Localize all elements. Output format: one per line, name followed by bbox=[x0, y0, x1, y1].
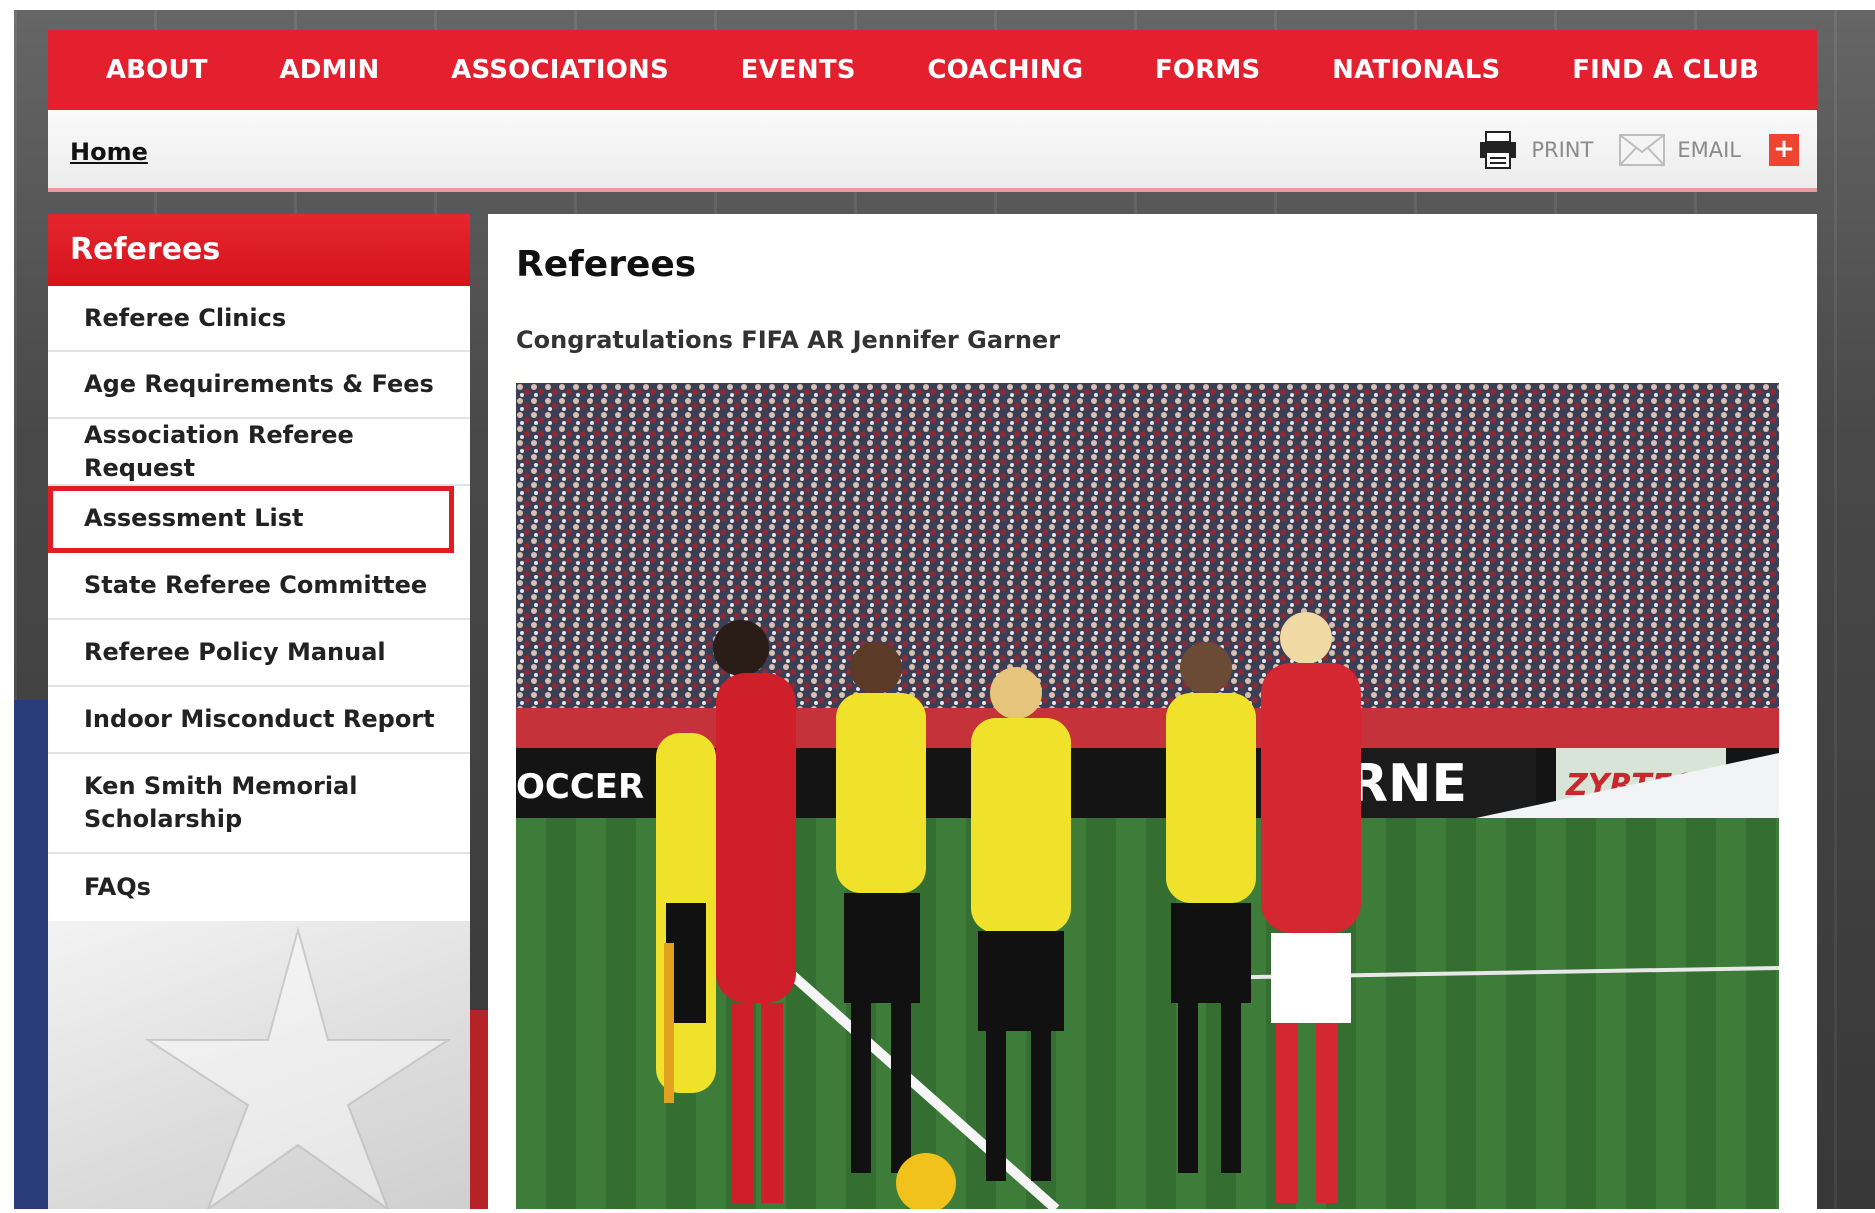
nav-forms[interactable]: FORMS bbox=[1155, 55, 1260, 85]
sidebar-item-indoor-misconduct-report[interactable]: Indoor Misconduct Report bbox=[48, 687, 470, 754]
email-label: EMAIL bbox=[1677, 138, 1741, 162]
sidebar-item-ken-smith-memorial-scholarship[interactable]: Ken Smith Memorial Scholarship bbox=[48, 754, 470, 854]
main-navigation: ABOUT ADMIN ASSOCIATIONS EVENTS COACHING… bbox=[48, 30, 1817, 110]
sidebar-item-referee-policy-manual[interactable]: Referee Policy Manual bbox=[48, 620, 470, 687]
banner-text-rne: RNE bbox=[1348, 754, 1467, 814]
sidebar-item-association-referee-request[interactable]: Association Referee Request bbox=[48, 419, 470, 486]
email-button[interactable]: EMAIL bbox=[1619, 134, 1741, 166]
page-tools: PRINT EMAIL + bbox=[1451, 130, 1799, 170]
banner-text-occer: OCCER bbox=[516, 767, 644, 807]
share-plus-button[interactable]: + bbox=[1769, 134, 1799, 166]
nav-coaching[interactable]: COACHING bbox=[927, 55, 1083, 85]
breadcrumb-home-link[interactable]: Home bbox=[70, 138, 148, 166]
breadcrumb-bar: Home PRINT EMAIL + bbox=[48, 110, 1817, 192]
decorative-flag-blue bbox=[14, 700, 48, 1209]
main-content: Referees Congratulations FIFA AR Jennife… bbox=[488, 214, 1817, 1209]
page-subtitle: Congratulations FIFA AR Jennifer Garner bbox=[516, 326, 1061, 354]
sidebar-item-state-referee-committee[interactable]: State Referee Committee bbox=[48, 553, 470, 620]
star-icon bbox=[144, 926, 452, 1212]
sidebar-title: Referees bbox=[48, 214, 470, 286]
nav-events[interactable]: EVENTS bbox=[741, 55, 856, 85]
referees-photo: OCCER RNE ZYRTEC bbox=[516, 383, 1779, 1209]
page-title: Referees bbox=[516, 244, 697, 285]
nav-nationals[interactable]: NATIONALS bbox=[1332, 55, 1500, 85]
print-label: PRINT bbox=[1531, 138, 1594, 162]
printer-icon bbox=[1480, 131, 1517, 169]
sidebar-item-faqs[interactable]: FAQs bbox=[48, 854, 470, 921]
sidebar-item-age-requirements-fees[interactable]: Age Requirements & Fees bbox=[48, 352, 470, 419]
nav-associations[interactable]: ASSOCIATIONS bbox=[451, 55, 669, 85]
sidebar-decorative-star-panel bbox=[48, 920, 470, 1212]
nav-admin[interactable]: ADMIN bbox=[279, 55, 379, 85]
print-button[interactable]: PRINT bbox=[1477, 130, 1593, 170]
nav-about[interactable]: ABOUT bbox=[106, 55, 208, 85]
nav-find-a-club[interactable]: FIND A CLUB bbox=[1572, 55, 1759, 85]
photo-illustration: OCCER RNE ZYRTEC bbox=[516, 383, 1779, 1209]
envelope-icon bbox=[1619, 134, 1666, 166]
sidebar-item-assessment-list[interactable]: Assessment List bbox=[48, 486, 454, 553]
sidebar-menu: Referee Clinics Age Requirements & Fees … bbox=[48, 286, 470, 921]
sidebar-item-referee-clinics[interactable]: Referee Clinics bbox=[48, 286, 470, 352]
decorative-flag-red bbox=[470, 1010, 488, 1209]
